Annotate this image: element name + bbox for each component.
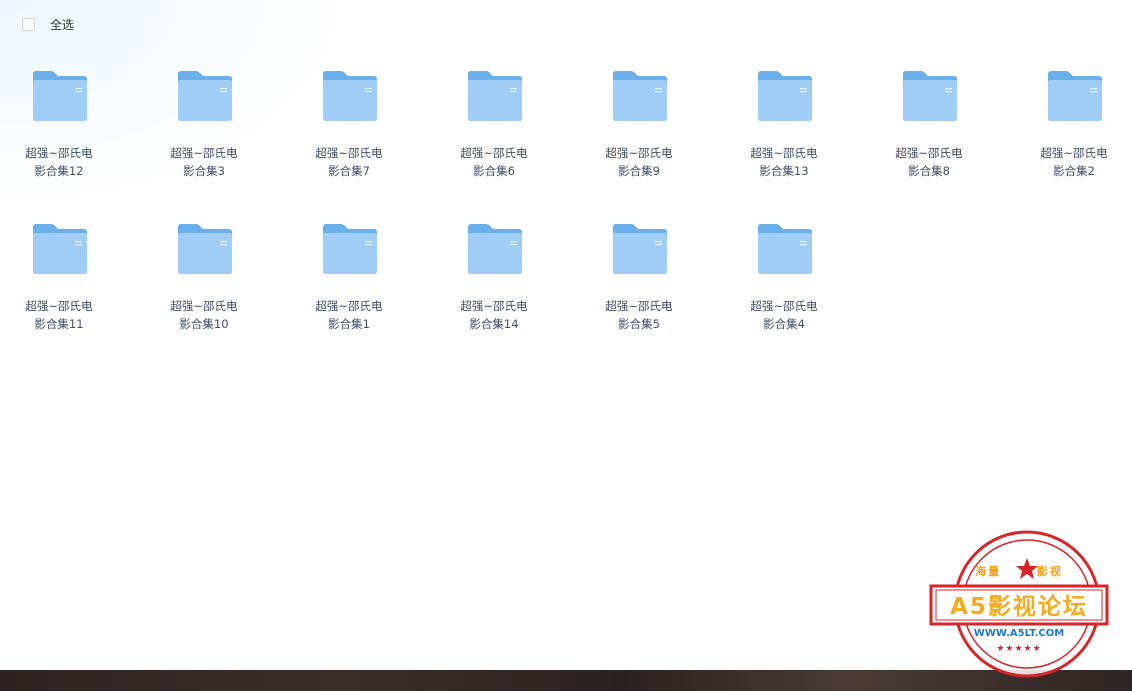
folder-name-line2: 影合集11 [34,317,84,331]
folder-name-line1: 超强~邵氏电 [170,146,238,160]
folder-name-line1: 超强~邵氏电 [895,146,963,160]
folder-name: 超强~邵氏电 影合集6 [444,144,544,180]
folder-name-line1: 超强~邵氏电 [25,146,93,160]
folder-name: 超强~邵氏电 影合集2 [1024,144,1124,180]
stamp-tagline-right: 影视 [1036,565,1063,578]
folder-name-line2: 影合集13 [759,164,809,178]
folder-icon [323,71,377,121]
folder-name: 超强~邵氏电 影合集11 [9,297,109,333]
folder-item[interactable]: 超强~邵氏电 影合集5 [589,223,689,353]
folder-name-line2: 影合集2 [1053,164,1095,178]
folder-name-line2: 影合集5 [618,317,660,331]
select-all-checkbox[interactable] [22,17,35,31]
folder-name: 超强~邵氏电 影合集12 [9,144,109,180]
folder-name-line1: 超强~邵氏电 [460,299,528,313]
watermark-stamp: 海量 影视 A5影视论坛 WWW.A5LT.COM ★★★★★ [928,530,1110,680]
folder-name-line2: 影合集9 [618,164,660,178]
folder-name-line2: 影合集3 [183,164,225,178]
folder-item[interactable]: 超强~邵氏电 影合集7 [299,70,399,200]
folder-icon [468,71,522,121]
folder-item[interactable]: 超强~邵氏电 影合集3 [154,70,254,200]
folder-item[interactable]: 超强~邵氏电 影合集13 [734,70,834,200]
folder-item[interactable]: 超强~邵氏电 影合集12 [9,70,109,200]
stamp-tagline: 海量 影视 [928,563,1110,579]
folder-name-line1: 超强~邵氏电 [315,299,383,313]
folder-name: 超强~邵氏电 影合集3 [154,144,254,180]
folder-icon [178,71,232,121]
folder-icon [33,224,87,274]
stamp-tagline-left: 海量 [975,565,1002,578]
folder-item[interactable]: 超强~邵氏电 影合集4 [734,223,834,353]
folder-name-line2: 影合集4 [763,317,805,331]
folder-icon [33,71,87,121]
folder-item[interactable]: 超强~邵氏电 影合集9 [589,70,689,200]
stamp-stars: ★★★★★ [996,644,1042,654]
select-all-control[interactable]: 全选 [22,14,74,34]
folder-name: 超强~邵氏电 影合集13 [734,144,834,180]
folder-icon [1048,71,1102,121]
folder-name-line2: 影合集7 [328,164,370,178]
folder-icon [323,224,377,274]
folder-icon [613,71,667,121]
folder-item[interactable]: 超强~邵氏电 影合集2 [1024,70,1124,200]
folder-name-line1: 超强~邵氏电 [605,146,673,160]
folder-name: 超强~邵氏电 影合集7 [299,144,399,180]
folder-name-line1: 超强~邵氏电 [605,299,673,313]
folder-name-line1: 超强~邵氏电 [170,299,238,313]
folder-name-line2: 影合集10 [179,317,229,331]
stamp-title: A5影视论坛 [950,594,1088,620]
folder-name-line1: 超强~邵氏电 [315,146,383,160]
folder-item[interactable]: 超强~邵氏电 影合集8 [879,70,979,200]
folder-icon [758,224,812,274]
folder-name-line1: 超强~邵氏电 [750,299,818,313]
folder-name: 超强~邵氏电 影合集1 [299,297,399,333]
folder-icon [178,224,232,274]
folder-name-line2: 影合集8 [908,164,950,178]
folder-icon [613,224,667,274]
folder-name: 超强~邵氏电 影合集5 [589,297,689,333]
folder-name: 超强~邵氏电 影合集8 [879,144,979,180]
folder-name-line2: 影合集12 [34,164,84,178]
folder-item[interactable]: 超强~邵氏电 影合集14 [444,223,544,353]
folder-name-line2: 影合集6 [473,164,515,178]
folder-item[interactable]: 超强~邵氏电 影合集10 [154,223,254,353]
folder-name-line1: 超强~邵氏电 [460,146,528,160]
folder-item[interactable]: 超强~邵氏电 影合集1 [299,223,399,353]
folder-name: 超强~邵氏电 影合集4 [734,297,834,333]
folder-name-line1: 超强~邵氏电 [25,299,93,313]
folder-name: 超强~邵氏电 影合集10 [154,297,254,333]
folder-name-line1: 超强~邵氏电 [1040,146,1108,160]
folder-name-line2: 影合集1 [328,317,370,331]
folder-item[interactable]: 超强~邵氏电 影合集11 [9,223,109,353]
folder-name: 超强~邵氏电 影合集14 [444,297,544,333]
folder-icon [758,71,812,121]
folder-name-line1: 超强~邵氏电 [750,146,818,160]
stamp-url: WWW.A5LT.COM [973,628,1065,639]
folder-name: 超强~邵氏电 影合集9 [589,144,689,180]
select-all-label: 全选 [50,17,75,32]
folder-item[interactable]: 超强~邵氏电 影合集6 [444,70,544,200]
folder-icon [468,224,522,274]
folder-icon [903,71,957,121]
folder-name-line2: 影合集14 [469,317,519,331]
